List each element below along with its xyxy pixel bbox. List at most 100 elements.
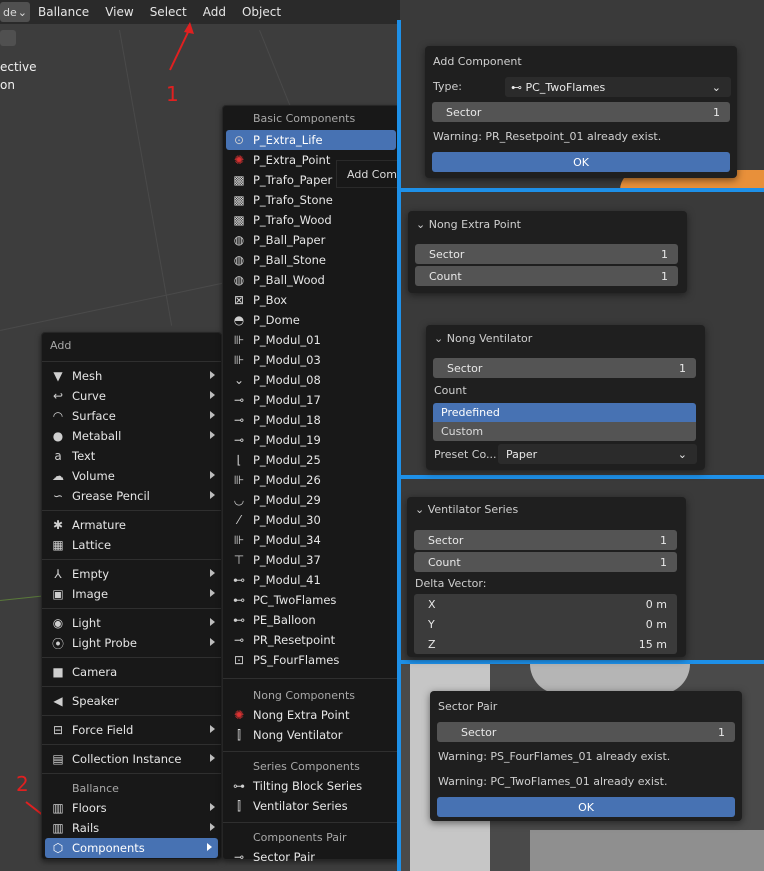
comp-item-pr-resetpoint[interactable]: ⊸ PR_Resetpoint — [223, 630, 399, 650]
floors-icon: ▥ — [52, 801, 64, 815]
empty-icon: ⅄ — [54, 567, 62, 581]
p-trafo-wood-icon: ▩ — [233, 213, 245, 227]
comp-item-nong-extra-point[interactable]: ✺ Nong Extra Point — [223, 705, 399, 725]
option-custom[interactable]: Custom — [433, 422, 696, 441]
comp-item-p-trafo-wood[interactable]: ▩ P_Trafo_Wood — [223, 210, 399, 230]
add-item-surface[interactable]: ◠ Surface — [42, 406, 221, 426]
comp-item-p-trafo-stone[interactable]: ▩ P_Trafo_Stone — [223, 190, 399, 210]
p-modul-17-icon: ⊸ — [233, 393, 245, 407]
add-item-metaball[interactable]: ● Metaball — [42, 426, 221, 446]
x-field[interactable]: X0 m — [414, 594, 677, 614]
preset-dropdown[interactable]: Paper ⌄ — [498, 444, 697, 464]
menu-object[interactable]: Object — [234, 5, 289, 19]
rails-icon: ▥ — [52, 821, 64, 835]
sector-pair-panel: Sector Pair Sector 1 Warning: PS_FourFlam… — [430, 691, 742, 821]
comp-item-p-modul-03[interactable]: ⊪ P_Modul_03 — [223, 350, 399, 370]
comp-item-ps-fourflames[interactable]: ⊡ PS_FourFlames — [223, 650, 399, 670]
add-item-camera[interactable]: ■ Camera — [42, 662, 221, 682]
p-dome-icon: ◓ — [233, 313, 245, 327]
sector-field[interactable]: Sector 1 — [415, 244, 678, 264]
add-item-text[interactable]: a Text — [42, 446, 221, 466]
comp-item-p-modul-25[interactable]: ⌊ P_Modul_25 — [223, 450, 399, 470]
comp-item-p-box[interactable]: ⊠ P_Box — [223, 290, 399, 310]
menu-ballance[interactable]: Ballance — [30, 5, 97, 19]
sector-field[interactable]: Sector 1 — [432, 102, 730, 122]
comp-item-p-modul-08[interactable]: ⌄ P_Modul_08 — [223, 370, 399, 390]
comp-item-p-modul-29[interactable]: ◡ P_Modul_29 — [223, 490, 399, 510]
add-item-mesh[interactable]: ▼ Mesh — [42, 366, 221, 386]
type-dropdown[interactable]: ⊷ PC_TwoFlames ⌄ — [505, 77, 731, 97]
components-icon: ⬡ — [52, 841, 64, 855]
add-item-empty[interactable]: ⅄ Empty — [42, 564, 221, 584]
p-modul-19-icon: ⊸ — [233, 433, 245, 447]
panel-title[interactable]: ⌄ Ventilator Series — [415, 503, 518, 516]
add-item-light-probe[interactable]: ⦿ Light Probe — [42, 633, 221, 653]
add-item-light[interactable]: ◉ Light — [42, 613, 221, 633]
add-item-grease-pencil[interactable]: ∽ Grease Pencil — [42, 486, 221, 506]
armature-icon: ✱ — [52, 518, 64, 532]
comp-item-p-modul-01[interactable]: ⊪ P_Modul_01 — [223, 330, 399, 350]
y-field[interactable]: Y0 m — [414, 614, 677, 634]
comp-item-p-ball-stone[interactable]: ◍ P_Ball_Stone — [223, 250, 399, 270]
add-item-speaker[interactable]: ◀ Speaker — [42, 691, 221, 711]
add-item-force-field[interactable]: ⊟ Force Field — [42, 720, 221, 740]
count-field[interactable]: Count 1 — [415, 266, 678, 286]
menu-add[interactable]: Add — [195, 5, 234, 19]
sector-field[interactable]: Sector 1 — [414, 530, 677, 550]
panel-title[interactable]: ⌄ Nong Ventilator — [434, 332, 532, 345]
p-modul-25-icon: ⌊ — [236, 453, 242, 467]
menu-view[interactable]: View — [97, 5, 141, 19]
comp-item-nong-ventilator[interactable]: ⫿ Nong Ventilator — [223, 725, 399, 745]
add-item-image[interactable]: ▣ Image — [42, 584, 221, 604]
comp-item-p-modul-17[interactable]: ⊸ P_Modul_17 — [223, 390, 399, 410]
panel-title[interactable]: ⌄ Nong Extra Point — [416, 218, 521, 231]
comp-item-p-ball-wood[interactable]: ◍ P_Ball_Wood — [223, 270, 399, 290]
volume-icon: ☁ — [52, 469, 64, 483]
comp-item-p-modul-41[interactable]: ⊷ P_Modul_41 — [223, 570, 399, 590]
ventilator-series-icon: ⫿ — [237, 798, 241, 813]
comp-item-pc-twoflames[interactable]: ⊷ PC_TwoFlames — [223, 590, 399, 610]
comp-item-ventilator-series[interactable]: ⫿ Ventilator Series — [223, 796, 399, 816]
add-item-volume[interactable]: ☁ Volume — [42, 466, 221, 486]
viewport-label-1: ective — [0, 60, 37, 74]
comp-item-p-modul-18[interactable]: ⊸ P_Modul_18 — [223, 410, 399, 430]
camera-icon: ■ — [52, 665, 64, 679]
add-item-curve[interactable]: ↩ Curve — [42, 386, 221, 406]
sector-field[interactable]: Sector 1 — [437, 722, 735, 742]
comp-item-p-modul-19[interactable]: ⊸ P_Modul_19 — [223, 430, 399, 450]
comp-item-pe-balloon[interactable]: ⊷ PE_Balloon — [223, 610, 399, 630]
ok-button[interactable]: OK — [437, 797, 735, 817]
comp-item-p-modul-26[interactable]: ⊪ P_Modul_26 — [223, 470, 399, 490]
add-item-components[interactable]: ⬡ Components — [45, 838, 218, 858]
mode-label: de — [3, 5, 17, 19]
comp-item-p-ball-paper[interactable]: ◍ P_Ball_Paper — [223, 230, 399, 250]
menu-select[interactable]: Select — [142, 5, 195, 19]
p-modul-29-icon: ◡ — [233, 493, 245, 507]
header-bar: de ⌄ Ballance View Select Add Object — [0, 0, 400, 24]
grey-geometry-top — [530, 664, 690, 694]
comp-item-sector-pair[interactable]: ⊸ Sector Pair — [223, 847, 399, 867]
comp-item-p-modul-37[interactable]: ⊤ P_Modul_37 — [223, 550, 399, 570]
comp-item-p-extra-life[interactable]: ⊙ P_Extra_Life — [226, 130, 396, 150]
add-item-floors[interactable]: ▥ Floors — [42, 798, 221, 818]
ok-button[interactable]: OK — [432, 152, 730, 172]
nong-extra-point-panel: ⌄ Nong Extra Point Sector 1 Count 1 — [408, 211, 687, 293]
collection-instance-icon: ▤ — [52, 752, 64, 766]
mode-selector[interactable]: de ⌄ — [0, 2, 30, 22]
add-item-rails[interactable]: ▥ Rails — [42, 818, 221, 838]
add-item-collection-instance[interactable]: ▤ Collection Instance — [42, 749, 221, 769]
count-field[interactable]: Count 1 — [414, 552, 677, 572]
divider-3 — [400, 660, 764, 664]
select-box-icon[interactable] — [0, 30, 16, 46]
option-predefined[interactable]: Predefined — [433, 403, 696, 422]
add-item-lattice[interactable]: ▦ Lattice — [42, 535, 221, 555]
sector-pair-icon: ⊸ — [233, 850, 245, 864]
add-item-armature[interactable]: ✱ Armature — [42, 515, 221, 535]
comp-item-p-dome[interactable]: ◓ P_Dome — [223, 310, 399, 330]
comp-item-p-modul-34[interactable]: ⊪ P_Modul_34 — [223, 530, 399, 550]
z-field[interactable]: Z 15 m — [414, 634, 677, 654]
comp-item-p-modul-30[interactable]: ⁄ P_Modul_30 — [223, 510, 399, 530]
comp-item-tilting-block-series[interactable]: ⊶ Tilting Block Series — [223, 776, 399, 796]
sector-field[interactable]: Sector 1 — [433, 358, 696, 378]
surface-icon: ◠ — [52, 409, 64, 423]
